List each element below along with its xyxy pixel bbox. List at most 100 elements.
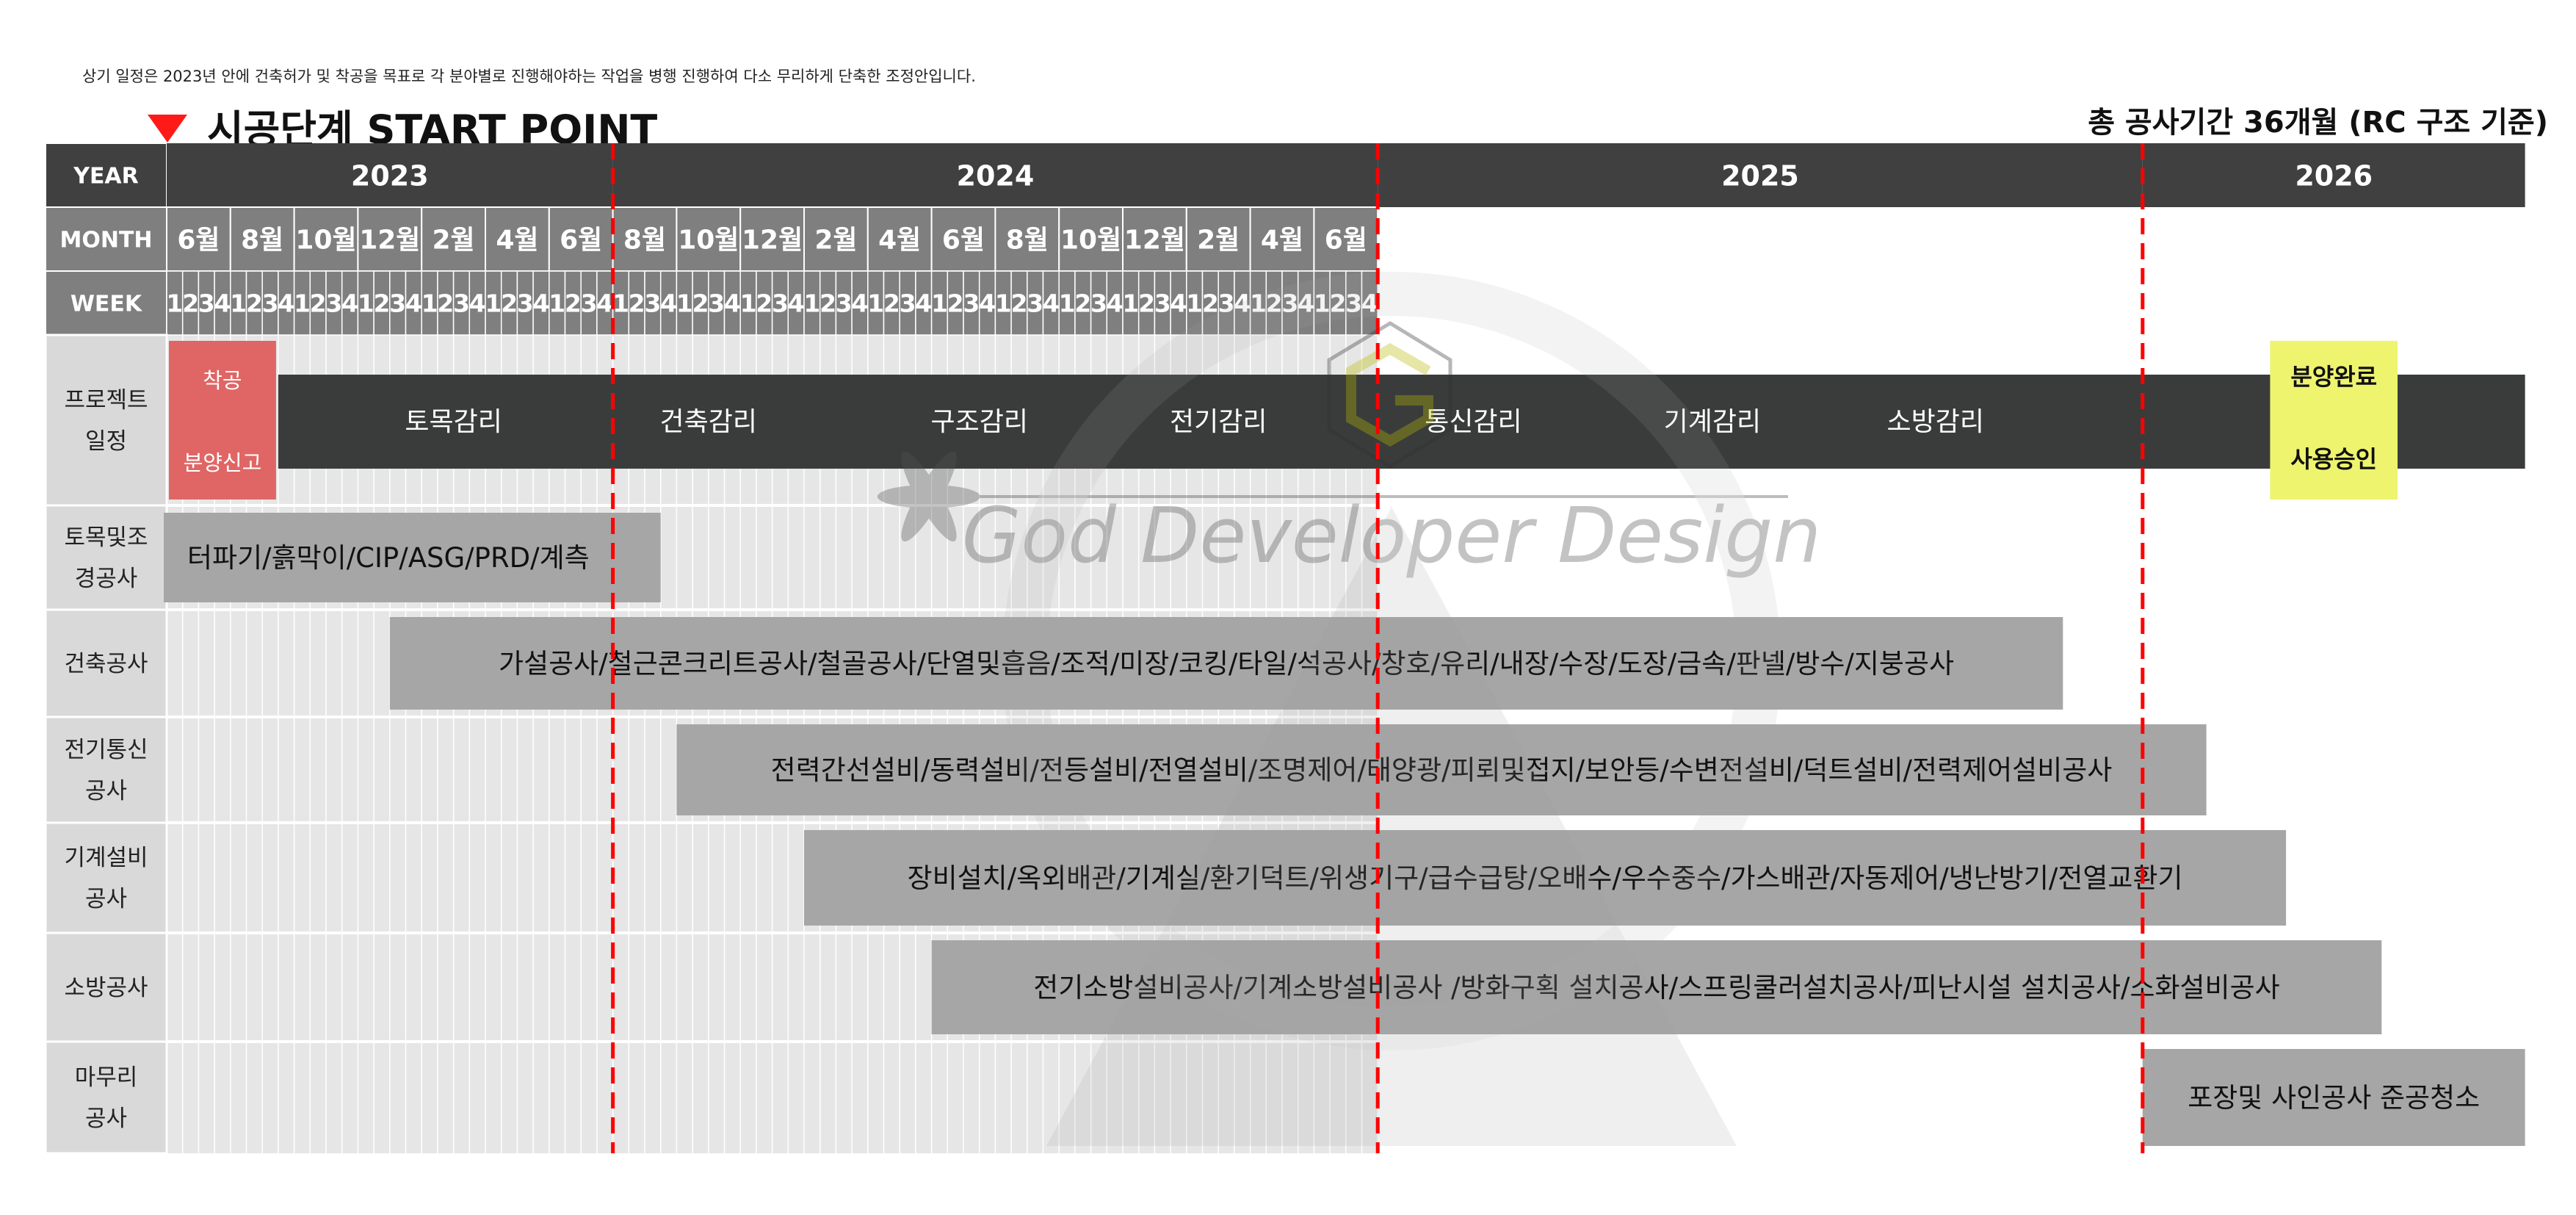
week-label: 4 [405, 289, 422, 318]
category-label: 소방공사 [64, 975, 148, 1001]
month-label: 12월 [1124, 226, 1185, 256]
year-label: 2025 [1721, 160, 1799, 192]
week-label: 3 [644, 289, 661, 318]
category-label: 공사 [85, 886, 127, 912]
week-label: 2 [756, 289, 773, 318]
week-label: 4 [532, 289, 549, 318]
week-label: 2 [692, 289, 709, 318]
week-label: 1 [166, 289, 183, 318]
week-label: 4 [214, 289, 231, 318]
week-label: 1 [1059, 289, 1076, 318]
gantt-chart: YEARMONTHWEEK2023 2024 2025 20266월 8월 10월 12월 2… [44, 143, 2525, 1155]
month-label: 2월 [433, 226, 475, 256]
category-label: 공사 [85, 778, 127, 804]
week-label: 1 [294, 289, 311, 318]
end-block-label: 분양완료 [2290, 363, 2377, 391]
month-label: 10월 [295, 226, 356, 256]
month-label: 6월 [177, 226, 220, 256]
week-label: 2 [565, 289, 582, 318]
week-label: 2 [883, 289, 900, 318]
supervision-item-label: 구조감리 [930, 407, 1027, 437]
header-label-week: WEEK [70, 292, 143, 317]
week-label: 3 [963, 289, 980, 318]
category-label: 경공사 [75, 566, 138, 592]
week-label: 4 [1043, 289, 1060, 318]
month-label: 2월 [1197, 226, 1240, 256]
week-label: 3 [772, 289, 789, 318]
week-label: 2 [1138, 289, 1155, 318]
week-label: 1 [230, 289, 247, 318]
watermark-text: God Developer Design [962, 491, 1821, 580]
week-label: 1 [995, 289, 1012, 318]
week-label: 3 [708, 289, 725, 318]
supervision-item-label: 전기감리 [1170, 407, 1267, 437]
week-label: 3 [836, 289, 853, 318]
week-label: 2 [1010, 289, 1027, 318]
week-label: 3 [581, 289, 598, 318]
week-label: 1 [1122, 289, 1139, 318]
week-label: 3 [1090, 289, 1107, 318]
week-label: 4 [851, 289, 868, 318]
month-label: 4월 [878, 226, 921, 256]
week-label: 2 [629, 289, 645, 318]
month-label: 12월 [742, 226, 803, 256]
week-label: 3 [517, 289, 534, 318]
week-label: 3 [198, 289, 215, 318]
category-label: 프로젝트 [64, 387, 148, 414]
week-label: 1 [867, 289, 884, 318]
week-label: 1 [740, 289, 757, 318]
supervision-item-label: 소방감리 [1886, 407, 1983, 437]
week-label: 2 [820, 289, 836, 318]
week-label: 3 [900, 289, 916, 318]
supervision-bar [278, 375, 2525, 469]
week-label: 3 [389, 289, 406, 318]
week-label: 2 [246, 289, 263, 318]
week-label: 1 [485, 289, 502, 318]
week-label: 1 [422, 289, 438, 318]
start-block-label: 착공 [203, 368, 242, 393]
task-label: 포장및 사인공사 준공청소 [2188, 1082, 2480, 1114]
week-label: 1 [1186, 289, 1203, 318]
month-label: 2월 [814, 226, 857, 256]
week-label: 4 [1170, 289, 1187, 318]
week-label: 4 [1107, 289, 1124, 318]
week-label: 3 [453, 289, 470, 318]
week-label: 2 [1202, 289, 1219, 318]
week-label: 4 [979, 289, 996, 318]
month-label: 6월 [560, 226, 602, 256]
week-label: 1 [803, 289, 820, 318]
month-label: 8월 [241, 226, 283, 256]
week-label: 4 [788, 289, 805, 318]
week-label: 3 [325, 289, 342, 318]
category-label: 마무리 [75, 1064, 138, 1091]
year-label: 2023 [351, 160, 429, 192]
week-label: 1 [676, 289, 693, 318]
year-label: 2026 [2295, 160, 2373, 192]
week-label: 3 [1027, 289, 1043, 318]
week-label: 1 [358, 289, 375, 318]
month-label: 10월 [678, 226, 739, 256]
supervision-item-label: 통신감리 [1425, 407, 1522, 437]
week-label: 2 [437, 289, 454, 318]
start-block-label: 분양신고 [184, 450, 262, 475]
week-label: 4 [660, 289, 677, 318]
week-label: 2 [310, 289, 327, 318]
category-label-cell [44, 715, 168, 824]
month-label: 4월 [496, 226, 538, 256]
header-label-year: YEAR [73, 164, 139, 190]
category-label-cell [44, 821, 168, 934]
category-label-cell [44, 1040, 168, 1155]
category-label-cell [44, 504, 168, 611]
month-label: 10월 [1060, 226, 1121, 256]
week-label: 4 [596, 289, 613, 318]
week-label: 2 [947, 289, 964, 318]
category-label: 공사 [85, 1106, 127, 1132]
week-label: 1 [549, 289, 565, 318]
category-label: 기계설비 [64, 845, 148, 871]
year-label: 2024 [957, 160, 1035, 192]
week-label: 4 [724, 289, 741, 318]
week-label: 1 [931, 289, 948, 318]
month-label: 6월 [942, 226, 985, 256]
week-label: 3 [1154, 289, 1171, 318]
end-block-label: 사용승인 [2290, 445, 2377, 473]
